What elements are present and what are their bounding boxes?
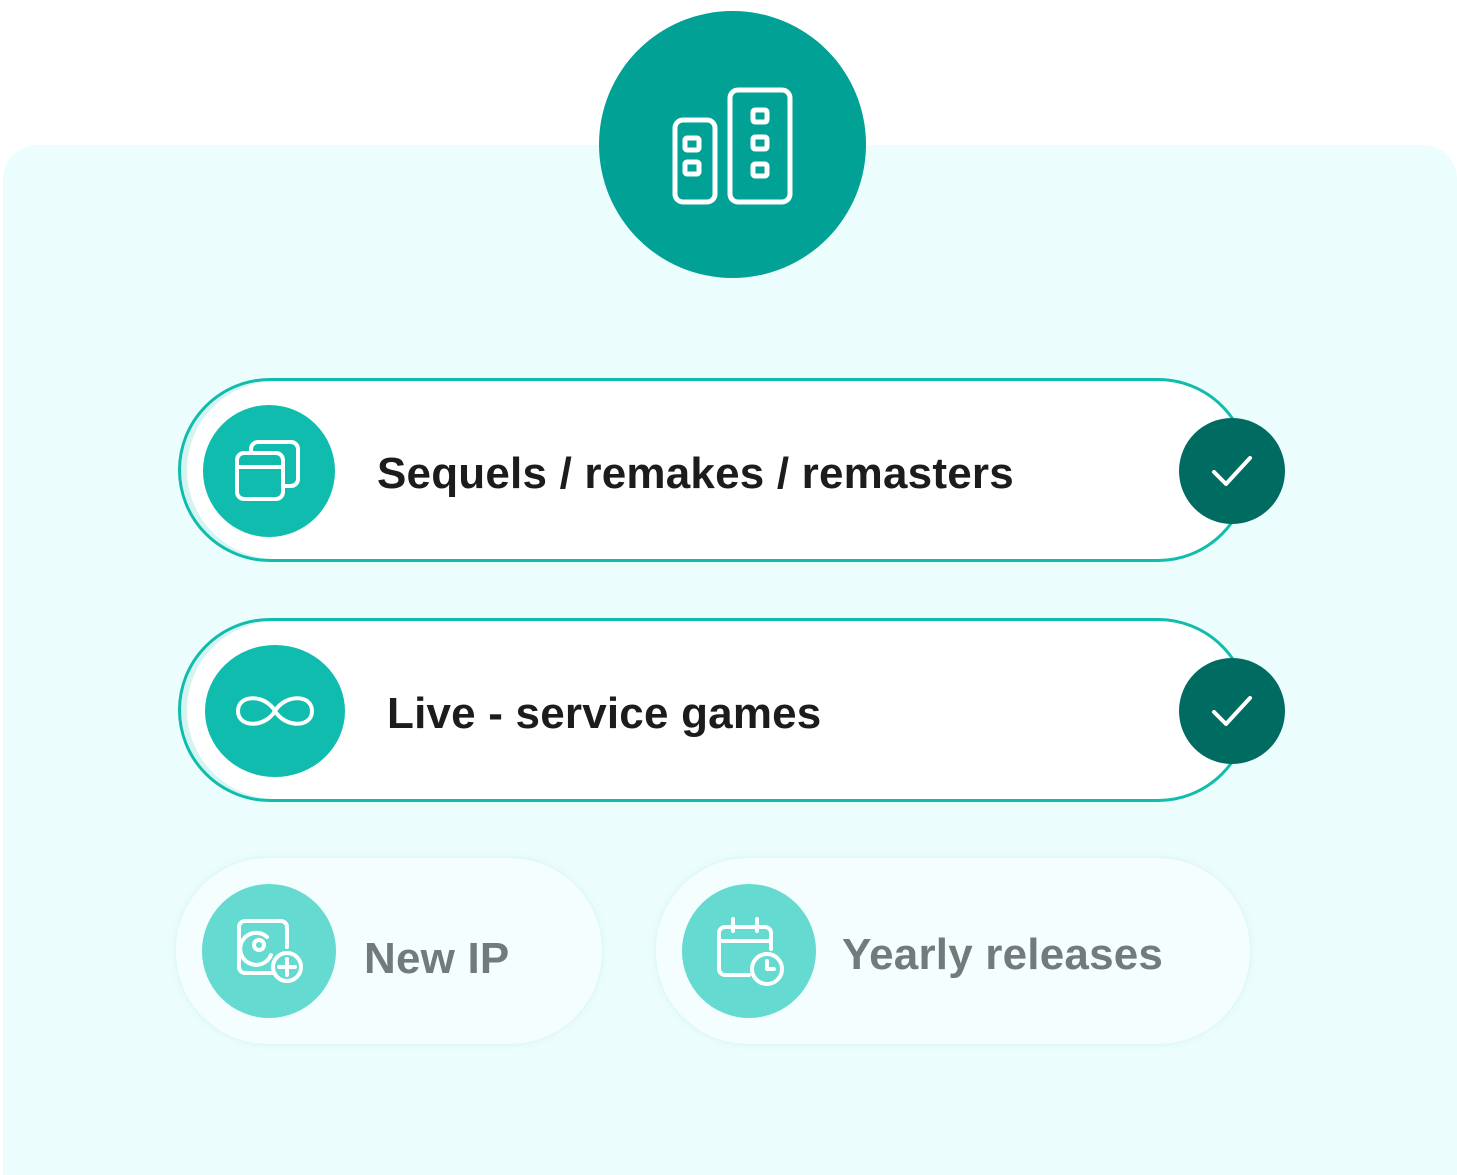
calendar-clock-icon [717,917,784,986]
infinity-icon [235,696,315,726]
buildings-icon [672,87,792,204]
check-icon [1212,696,1252,726]
header-badge [599,11,866,278]
option-label: Sequels / remakes / remasters [377,449,1014,498]
option-live-service[interactable]: Live - service games [178,618,1250,802]
option-label: Yearly releases [842,930,1164,979]
option-icon-badge [203,405,335,537]
disc-add-icon [237,919,303,983]
option-yearly-releases[interactable]: Yearly releases [656,858,1250,1044]
check-badge [1179,658,1285,764]
option-icon-badge [682,884,816,1018]
option-label: New IP [364,934,510,983]
check-icon [1212,456,1252,486]
option-new-ip[interactable]: New IP [176,858,602,1044]
check-badge [1179,418,1285,524]
option-sequels[interactable]: Sequels / remakes / remasters [178,378,1250,562]
option-label: Live - service games [387,689,822,738]
option-icon-badge [205,645,345,777]
option-icon-badge [202,884,336,1018]
layers-icon [235,440,300,501]
